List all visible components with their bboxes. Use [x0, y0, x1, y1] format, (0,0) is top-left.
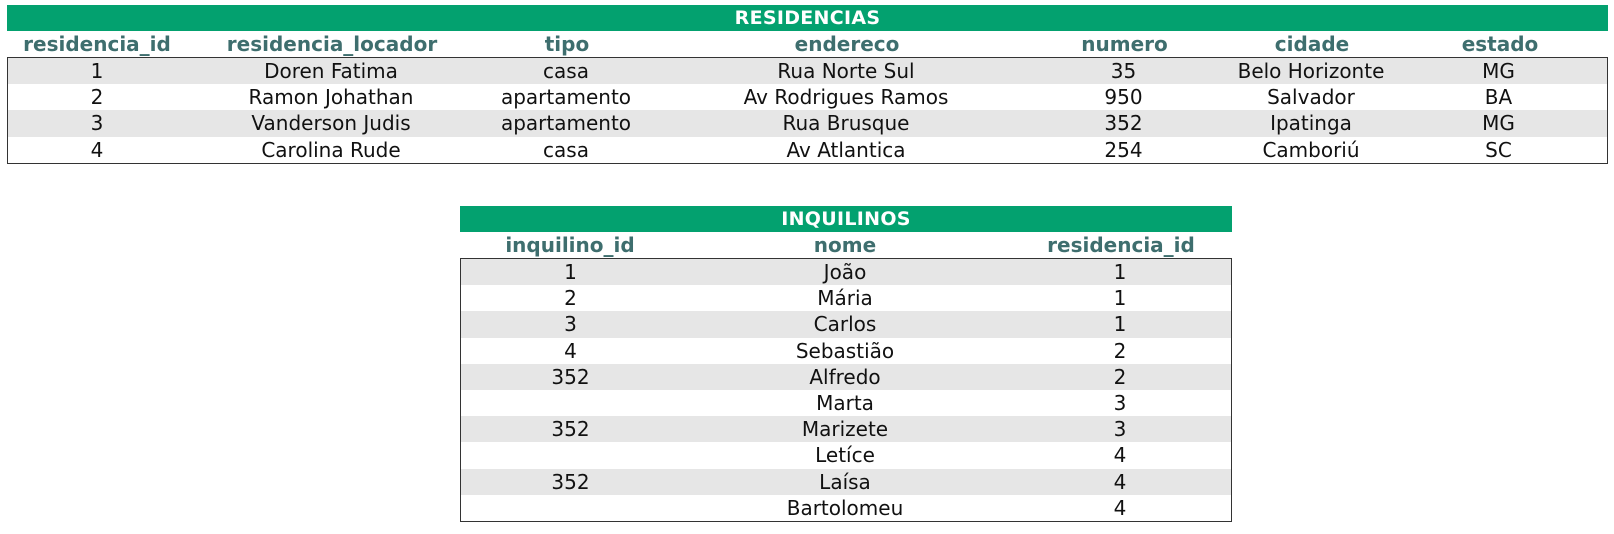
- table-cell: Salvador: [1267, 85, 1355, 110]
- table-cell: 2: [90, 85, 104, 110]
- table-cell: Sebastião: [795, 338, 895, 363]
- table-cell: Bartolomeu: [786, 495, 904, 520]
- column-header: nome: [813, 233, 877, 257]
- table-cell: apartamento: [500, 85, 632, 110]
- table-cell: Mária: [817, 286, 873, 311]
- table-cell: Rua Norte Sul: [777, 59, 915, 83]
- table-cell: 4: [1113, 469, 1127, 494]
- table-cell: Laísa: [819, 469, 871, 494]
- table-row: 3 Carlos 1: [461, 311, 1231, 338]
- inquilinos-body: 1 João 1 2 Mária 1 3 Carlos 1 4 Sebastião 2 352 Alfre…: [460, 258, 1232, 522]
- table-row: 1 Doren Fatima casa Rua Norte Sul 35 Belo Hor…: [8, 58, 1607, 85]
- table-cell: 2: [1113, 338, 1127, 363]
- column-header: residencia_id: [23, 32, 171, 56]
- table-cell: João: [823, 260, 867, 284]
- table-cell: 4: [564, 338, 577, 363]
- table-cell: casa: [543, 137, 589, 162]
- table-cell: MG: [1482, 59, 1515, 83]
- table-cell: 3: [564, 312, 577, 337]
- table-cell: Carlos: [813, 312, 877, 337]
- residencias-table: RESIDENCIAS residencia_id residencia_loc…: [7, 5, 1608, 164]
- table-row: 2 Ramon Johathan apartamento Av Rodrigues R…: [8, 84, 1607, 110]
- table-cell: Marta: [816, 390, 874, 415]
- table-row: 352 Laísa 4: [461, 468, 1231, 495]
- inquilinos-table: INQUILINOS inquilino_id nome residencia_…: [460, 206, 1232, 522]
- residencias-title: RESIDENCIAS: [7, 5, 1608, 31]
- table-cell: 2: [564, 286, 577, 311]
- column-header: residencia_locador: [226, 32, 438, 56]
- table-row: Bartolomeu 4: [461, 495, 1231, 521]
- table-cell: 1: [564, 260, 577, 284]
- table-cell: Marizete: [801, 417, 889, 442]
- column-header: inquilino_id: [505, 233, 635, 257]
- table-cell: 352: [551, 364, 590, 389]
- table-cell: 950: [1104, 85, 1143, 110]
- table-cell: Av Atlantica: [786, 137, 906, 162]
- residencias-body: 1 Doren Fatima casa Rua Norte Sul 35 Belo Hor…: [7, 57, 1608, 164]
- table-cell: Belo Horizonte: [1237, 59, 1385, 83]
- table-cell: 1: [1113, 312, 1127, 337]
- table-cell: 1: [1113, 260, 1127, 284]
- table-cell: [461, 442, 680, 468]
- table-cell: 1: [90, 59, 104, 83]
- table-cell: Ramon Johathan: [248, 85, 414, 110]
- table-cell: 4: [1113, 495, 1127, 520]
- residencias-header-row: residencia_id residencia_locador tipo en…: [7, 31, 1608, 57]
- inquilinos-title: INQUILINOS: [460, 206, 1232, 232]
- table-cell: Doren Fatima: [264, 59, 398, 83]
- table-cell: Camboriú: [1262, 137, 1360, 162]
- table-cell: [461, 390, 680, 416]
- table-row: 4 Sebastião 2: [461, 338, 1231, 364]
- table-row: 4 Carolina Rude casa Av Atlantica 254 Cambori…: [8, 137, 1607, 163]
- table-row: Letíce 4: [461, 442, 1231, 468]
- table-cell: MG: [1482, 111, 1515, 136]
- table-cell: Ipatinga: [1270, 111, 1352, 136]
- table-cell: Rua Brusque: [782, 111, 910, 136]
- table-cell: 2: [1113, 364, 1127, 389]
- table-cell: 352: [551, 469, 590, 494]
- table-cell: SC: [1485, 137, 1512, 162]
- table-cell: BA: [1484, 85, 1513, 110]
- table-cell: Alfredo: [809, 364, 881, 389]
- column-header: endereco: [794, 32, 900, 56]
- table-cell: 3: [1113, 417, 1127, 442]
- table-cell: 4: [90, 137, 104, 162]
- table-cell: Vanderson Judis: [251, 111, 411, 136]
- table-cell: 1: [1113, 286, 1127, 311]
- column-header: numero: [1081, 32, 1168, 56]
- column-header: estado: [1461, 32, 1539, 56]
- table-row: 2 Mária 1: [461, 285, 1231, 311]
- table-row: 352 Alfredo 2: [461, 363, 1231, 390]
- table-cell: 352: [1104, 111, 1143, 136]
- table-cell: Av Rodrigues Ramos: [743, 85, 949, 110]
- table-cell: Letíce: [815, 443, 875, 468]
- table-cell: 3: [1113, 390, 1127, 415]
- table-cell: apartamento: [500, 111, 632, 136]
- column-header: residencia_id: [1047, 233, 1195, 257]
- table-cell: 352: [551, 417, 590, 442]
- table-row: 3 Vanderson Judis apartamento Rua Brusque 35…: [8, 110, 1607, 137]
- table-row: 352 Marizete 3: [461, 416, 1231, 443]
- table-cell: 3: [90, 111, 104, 136]
- table-cell: 4: [1113, 443, 1127, 468]
- column-header: tipo: [544, 32, 590, 56]
- table-row: 1 João 1: [461, 259, 1231, 286]
- column-header: cidade: [1274, 32, 1350, 56]
- table-row: Marta 3: [461, 390, 1231, 416]
- table-cell: Carolina Rude: [261, 137, 401, 162]
- table-cell: 35: [1110, 59, 1137, 83]
- table-cell: 254: [1104, 137, 1143, 162]
- inquilinos-header-row: inquilino_id nome residencia_id: [460, 232, 1232, 258]
- table-cell: [461, 495, 680, 521]
- table-cell: casa: [543, 59, 589, 83]
